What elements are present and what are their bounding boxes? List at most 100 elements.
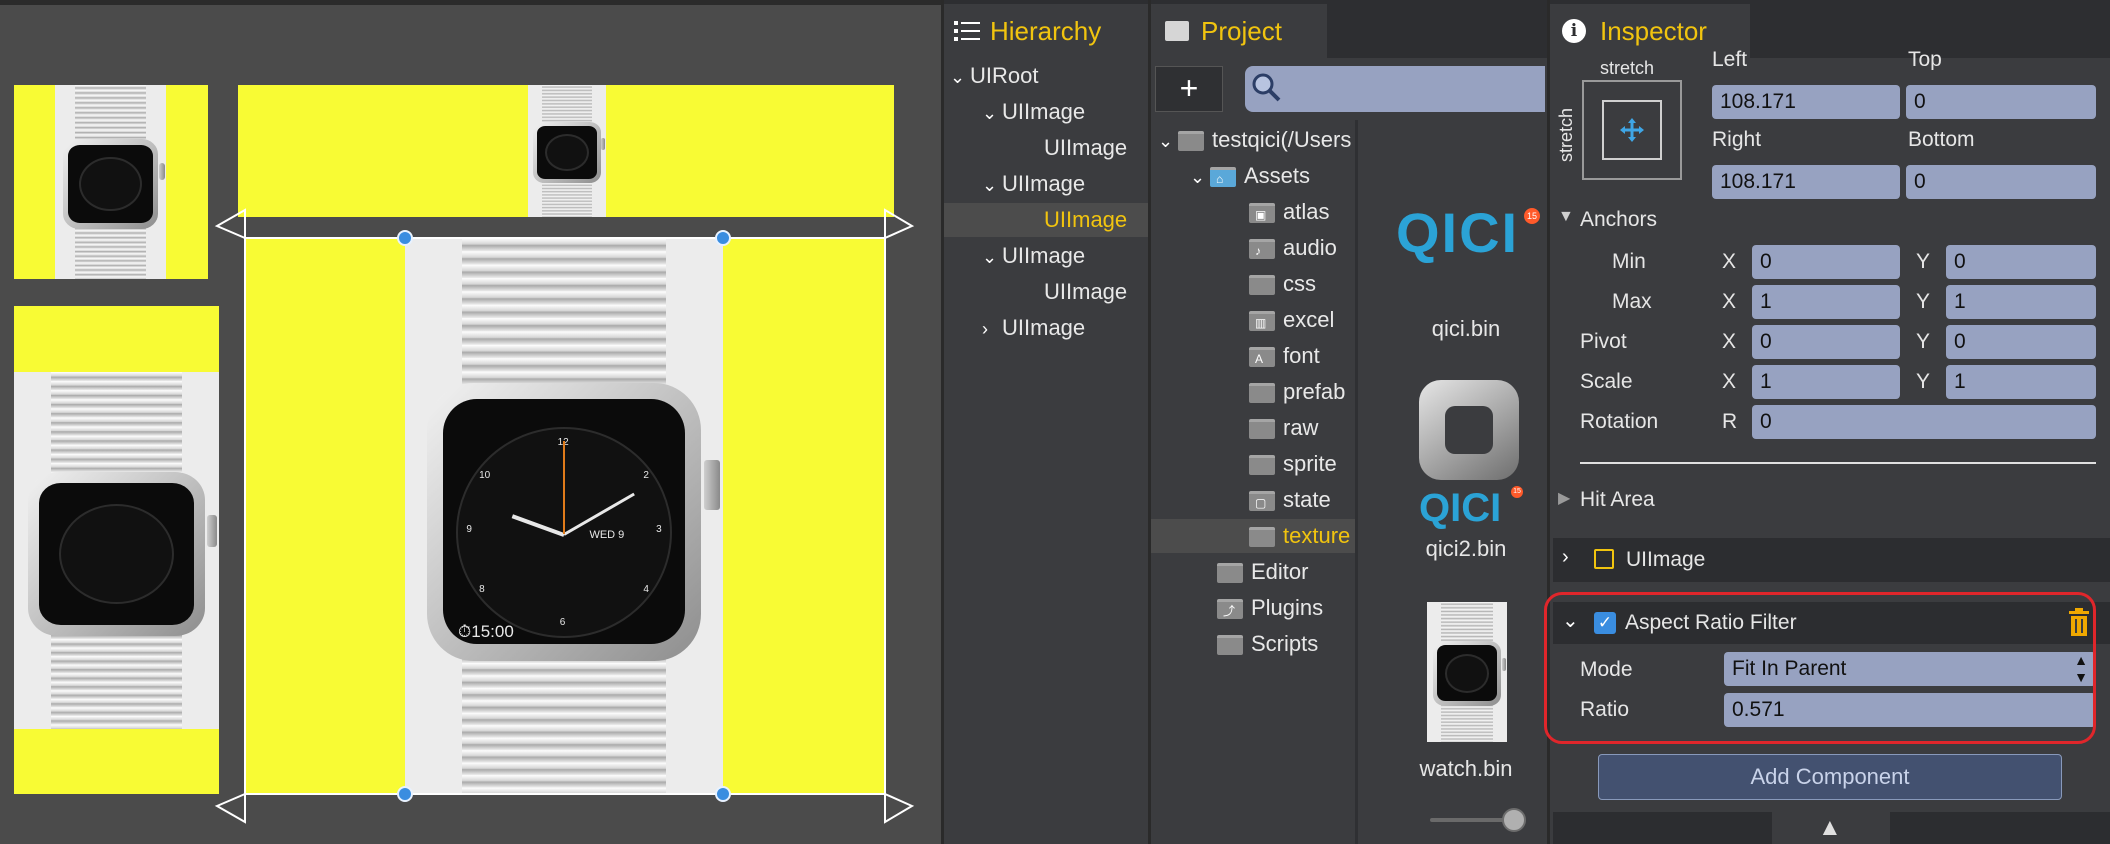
project-item-texture-selected[interactable]: texture	[1151, 519, 1355, 553]
chart-folder-icon: ▥	[1249, 311, 1275, 332]
move-arrows-icon	[1620, 118, 1644, 142]
selection-frame	[214, 208, 915, 824]
stretch-label-top: stretch	[1600, 58, 1655, 78]
hierarchy-item-label: UIImage	[1044, 135, 1128, 160]
resize-handle-top-right[interactable]	[715, 230, 731, 246]
min-y-field[interactable]: 0	[1946, 245, 2096, 279]
anchor-preset-button[interactable]	[1582, 80, 1682, 180]
home-folder-icon: ⌂	[1210, 167, 1236, 188]
max-y-field[interactable]: 1	[1946, 285, 2096, 319]
chevron-down-icon[interactable]: ⌄	[950, 60, 970, 94]
qici-bin-thumbnail[interactable]: QICI 15	[1392, 196, 1542, 266]
pivot-y-field[interactable]: 0	[1946, 325, 2096, 359]
project-item-excel[interactable]: ▥ excel	[1249, 303, 1334, 337]
triangle-right-icon[interactable]: ▶	[1558, 488, 1570, 508]
triangle-down-icon[interactable]: ▼	[1558, 208, 1574, 226]
pivot-x-field[interactable]: 0	[1752, 325, 1900, 359]
list-icon	[954, 21, 980, 41]
watch-bin-thumbnail[interactable]	[1427, 602, 1507, 742]
hierarchy-item-uiimage[interactable]: ⌄ UIImage	[982, 239, 1085, 273]
min-y-label: Y	[1916, 250, 1931, 273]
qici2-logo: QICI	[1419, 486, 1502, 530]
project-item-scripts[interactable]: Scripts	[1217, 627, 1318, 661]
resize-handle-bottom-left[interactable]	[397, 786, 413, 802]
scale-label: Scale	[1580, 370, 1633, 393]
min-x-field[interactable]: 0	[1752, 245, 1900, 279]
resize-handle-top-left[interactable]	[397, 230, 413, 246]
chevron-down-icon[interactable]: ⌄	[982, 240, 1002, 274]
project-tabbar: Project	[1151, 0, 1547, 58]
highlight-box	[1544, 592, 2096, 744]
chevron-right-icon[interactable]: ›	[1562, 546, 1569, 569]
project-item-css[interactable]: css	[1249, 267, 1316, 301]
project-item-root[interactable]: ⌄ testqici(/Users	[1158, 123, 1351, 157]
resize-handle-bottom-right[interactable]	[715, 786, 731, 802]
project-item-audio[interactable]: ♪ audio	[1249, 231, 1337, 265]
project-item-label: css	[1283, 271, 1316, 296]
folder-icon	[1249, 527, 1275, 548]
hierarchy-item-label: UIImage	[1002, 99, 1086, 124]
left-field[interactable]: 108.171	[1712, 85, 1900, 119]
project-split[interactable]	[1355, 120, 1358, 844]
hierarchy-item-uiimage[interactable]: ⌄ UIImage	[982, 95, 1085, 129]
project-item-editor[interactable]: Editor	[1217, 555, 1308, 589]
hierarchy-item-label: UIImage	[1044, 279, 1128, 304]
project-item-raw[interactable]: raw	[1249, 411, 1318, 445]
hit-area-label[interactable]: Hit Area	[1580, 488, 1655, 512]
project-item-label: font	[1283, 343, 1320, 368]
hierarchy-item-uiimage-selected[interactable]: UIImage	[944, 203, 1148, 237]
project-item-font[interactable]: Afont	[1249, 339, 1320, 373]
triangle-up-icon[interactable]: ▲	[1818, 814, 1842, 842]
add-asset-button[interactable]: +	[1155, 66, 1223, 112]
slider-thumb[interactable]	[1502, 808, 1526, 832]
uiimage-component-label: UIImage	[1626, 548, 1706, 571]
top-field[interactable]: 0	[1906, 85, 2096, 119]
hierarchy-item-uiimage[interactable]: UIImage	[1044, 131, 1127, 165]
scale-x-field[interactable]: 1	[1752, 365, 1900, 399]
project-item-sprite[interactable]: sprite	[1249, 447, 1337, 481]
qici2-bin-thumbnail[interactable]: QICI 15	[1405, 378, 1527, 530]
hierarchy-panel: Hierarchy ⌄ UIRoot ⌄ UIImage UIImage ⌄ UIIm…	[944, 0, 1148, 844]
chevron-down-icon[interactable]: ⌄	[982, 96, 1002, 130]
project-item-prefab[interactable]: prefab	[1249, 375, 1345, 409]
font-folder-icon: A	[1249, 347, 1275, 368]
scene-view[interactable]: 12 3 6 9 10 2 4 8 WED 9 ⏱15:00	[0, 0, 941, 844]
scale-x-label: X	[1722, 370, 1737, 393]
project-item-plugins[interactable]: ⤴ Plugins	[1217, 591, 1323, 625]
max-x-field[interactable]: 1	[1752, 285, 1900, 319]
qici2-badge: 15	[1511, 486, 1523, 498]
project-item-assets[interactable]: ⌄ ⌂ Assets	[1190, 159, 1310, 193]
scale-y-field[interactable]: 1	[1946, 365, 2096, 399]
asset-label[interactable]: watch.bin	[1376, 756, 1556, 782]
rotation-field[interactable]: 0	[1752, 405, 2096, 439]
hierarchy-item-uiimage[interactable]: ⌄ UIImage	[982, 167, 1085, 201]
search-input[interactable]	[1245, 66, 1545, 112]
tab-project[interactable]: Project	[1151, 4, 1327, 58]
folder-icon	[1249, 455, 1275, 476]
hierarchy-item-label: UIImage	[1002, 243, 1086, 268]
right-field[interactable]: 108.171	[1712, 165, 1900, 199]
hierarchy-item-uiimage[interactable]: UIImage	[1044, 275, 1127, 309]
hierarchy-item-uiimage[interactable]: › UIImage	[982, 311, 1085, 345]
chevron-down-icon[interactable]: ⌄	[982, 168, 1002, 202]
project-item-label: excel	[1283, 307, 1335, 332]
asset-label[interactable]: qici2.bin	[1376, 536, 1556, 562]
tab-hierarchy[interactable]: Hierarchy	[944, 4, 1148, 58]
chevron-right-icon[interactable]: ›	[982, 312, 1002, 346]
project-item-state[interactable]: ▢ state	[1249, 483, 1331, 517]
hierarchy-item-label: UIImage	[1002, 315, 1086, 340]
chevron-down-icon[interactable]: ⌄	[1190, 160, 1210, 194]
add-component-button[interactable]: Add Component	[1598, 754, 2062, 800]
qici-badge: 15	[1524, 208, 1540, 224]
pivot-y-label: Y	[1916, 330, 1931, 353]
bottom-field[interactable]: 0	[1906, 165, 2096, 199]
project-item-label: texture	[1283, 523, 1351, 548]
stretch-label-side: stretch	[1556, 107, 1576, 162]
hierarchy-item-uiroot[interactable]: ⌄ UIRoot	[950, 59, 1038, 93]
max-y-label: Y	[1916, 290, 1931, 313]
project-item-label: Plugins	[1251, 595, 1324, 620]
chevron-down-icon[interactable]: ⌄	[1158, 124, 1178, 158]
asset-label[interactable]: qici.bin	[1376, 316, 1556, 342]
divider-line	[1580, 462, 2096, 464]
project-item-atlas[interactable]: ▣ atlas	[1249, 195, 1329, 229]
